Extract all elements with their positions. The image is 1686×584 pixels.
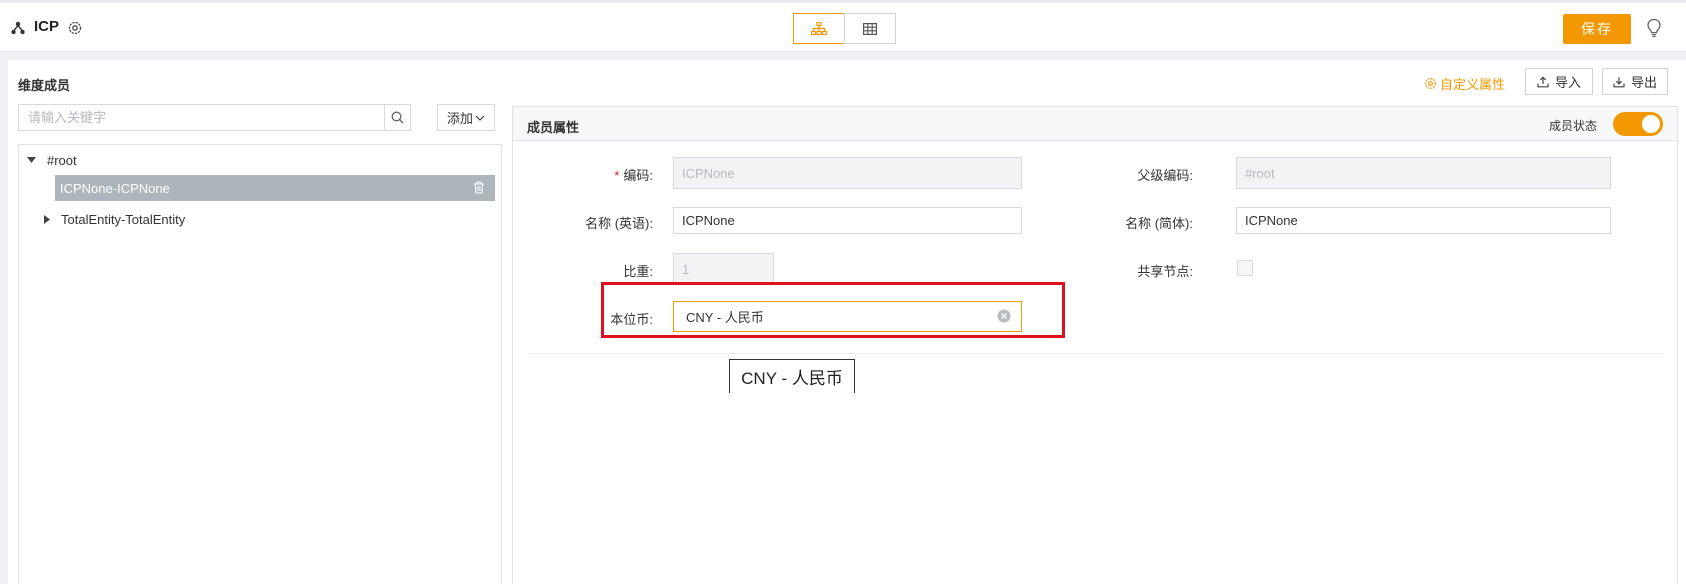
caret-right-icon[interactable] [41, 213, 53, 225]
tree-view-button[interactable] [793, 13, 845, 44]
tree-node-root[interactable]: #root [25, 147, 77, 173]
required-marker: * [614, 168, 620, 183]
section-title: 维度成员 [18, 78, 71, 93]
add-dropdown-button[interactable]: 添加 [437, 104, 495, 131]
shared-node-checkbox[interactable] [1237, 260, 1253, 276]
tree-node-selected[interactable]: ICPNone-ICPNone [55, 175, 495, 201]
search-icon [391, 111, 404, 124]
parent-code-field[interactable]: #root [1236, 157, 1611, 189]
clear-icon[interactable] [997, 309, 1011, 323]
properties-title: 成员属性 [527, 120, 580, 135]
import-label: 导入 [1554, 75, 1581, 90]
download-icon [1613, 76, 1625, 87]
name-cn-label: 名称 (简体): [1125, 216, 1193, 231]
currency-select[interactable]: CNY - 人民币 [673, 301, 1022, 332]
member-status-toggle[interactable] [1613, 112, 1663, 136]
currency-label: 本位币: [610, 312, 653, 327]
custom-attributes-link[interactable]: 自定义属性 [1424, 74, 1505, 93]
properties-header: 成员属性 成员状态 [513, 107, 1677, 141]
gear-icon [1425, 78, 1436, 89]
currency-tooltip: CNY - 人民币 [729, 359, 855, 393]
tree-node-label: TotalEntity-TotalEntity [61, 211, 186, 227]
shared-node-label: 共享节点: [1137, 264, 1193, 279]
tree-node-label: ICPNone-ICPNone [60, 180, 170, 196]
weight-label: 比重: [623, 264, 653, 279]
code-label-text: 编码: [623, 168, 653, 183]
add-label: 添加 [446, 111, 473, 126]
name-en-input[interactable]: ICPNone [673, 207, 1022, 234]
table-view-button[interactable] [844, 13, 896, 44]
upload-icon [1537, 75, 1549, 87]
code-field[interactable]: ICPNone [673, 157, 1022, 189]
search-input[interactable] [19, 105, 384, 130]
hierarchy-logo-icon [11, 21, 25, 35]
toggle-knob [1642, 115, 1660, 133]
save-button[interactable]: 保存 [1563, 14, 1631, 44]
name-cn-input[interactable]: ICPNone [1236, 207, 1611, 234]
search-box [18, 104, 411, 131]
tree-node-totalentity[interactable]: TotalEntity-TotalEntity [41, 206, 185, 232]
caret-down-icon[interactable] [25, 154, 37, 166]
custom-attributes-label: 自定义属性 [1440, 77, 1506, 92]
top-bar: ICP 保存 [0, 0, 1686, 52]
tree-node-label: #root [47, 152, 77, 168]
export-button[interactable]: 导出 [1602, 68, 1668, 95]
export-label: 导出 [1630, 75, 1657, 90]
code-label: * 编码: [533, 165, 653, 184]
currency-value: CNY - 人民币 [686, 310, 764, 325]
gear-icon[interactable] [67, 20, 83, 36]
trash-icon[interactable] [473, 181, 485, 194]
member-tree: #root ICPNone-ICPNone TotalEntity-TotalE… [18, 144, 502, 584]
org-chart-icon [811, 21, 827, 35]
view-toggle [793, 13, 896, 44]
app-title: ICP [34, 18, 60, 35]
name-en-label: 名称 (英语): [585, 216, 653, 231]
member-status-label: 成员状态 [1549, 119, 1598, 133]
main-panel: 维度成员 自定义属性 导入 导出 添加 [8, 60, 1686, 584]
table-icon [863, 22, 877, 35]
import-button[interactable]: 导入 [1525, 68, 1593, 95]
search-button[interactable] [384, 105, 410, 130]
weight-field[interactable]: 1 [673, 253, 774, 285]
parent-code-label: 父级编码: [1137, 168, 1193, 183]
chevron-down-icon [475, 115, 485, 121]
divider [529, 353, 1663, 354]
lightbulb-icon[interactable] [1645, 18, 1663, 38]
member-properties-panel: 成员属性 成员状态 * 编码: ICPNone 父级编码: #root 名称 (英… [512, 106, 1678, 584]
